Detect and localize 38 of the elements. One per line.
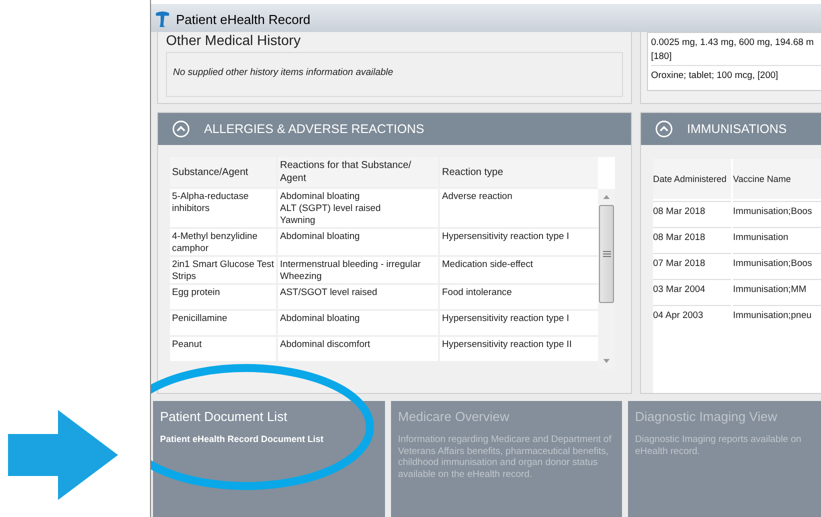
section-title: ALLERGIES & ADVERSE REACTIONS: [204, 122, 424, 136]
table-cell: Hypersensitivity reaction type I: [440, 229, 598, 255]
navigation-tile[interactable]: Patient Document List Patient eHealth Record Document List: [153, 401, 385, 517]
scroll-up-icon[interactable]: [603, 195, 610, 199]
column-header: Vaccine Name: [733, 159, 821, 199]
arrow-icon: [8, 410, 118, 500]
table-cell: 5-Alpha-reductase inhibitors: [170, 189, 276, 227]
table-cell: Abdominal bloating: [278, 229, 438, 255]
table-cell: 2in1 Smart Glucose Test Strips: [170, 257, 276, 283]
medication-text: [180]: [651, 50, 673, 63]
grip-icon: [602, 251, 610, 257]
table-cell: Peanut: [170, 337, 276, 361]
table-cell: Penicillamine: [170, 311, 276, 335]
table-cell: Abdominal bloating: [278, 311, 438, 335]
window-title: Patient eHealth Record: [176, 12, 310, 26]
column-header: Substance/Agent: [170, 157, 276, 187]
table-cell: Egg protein: [170, 285, 276, 309]
empty-message: No supplied other history items information available: [173, 67, 394, 78]
table-cell: Hypersensitivity reaction type II: [440, 337, 598, 361]
collapse-button[interactable]: [172, 120, 190, 138]
table-cell: Abdominal discomfort: [278, 337, 438, 361]
table-cell: 4-Methyl benzylidine camphor: [170, 229, 276, 255]
table-cell: Intermenstrual bleeding - irregular Wheezing: [278, 257, 438, 283]
column-header: Reactions for that Substance/ Agent: [278, 157, 438, 187]
table-cell: Medication side-effect: [440, 257, 598, 283]
table-cell: Abdominal bloating ALT (SGPT) level raised Yawning: [278, 189, 438, 227]
table-cell: Food intolerance: [440, 285, 598, 309]
section-title: IMMUNISATIONS: [687, 122, 787, 136]
app-logo-icon: [155, 10, 170, 28]
scroll-down-icon[interactable]: [603, 359, 610, 363]
medication-text: 0.0025 mg, 1.43 mg, 600 mg, 194.68 m: [651, 36, 815, 49]
collapse-button[interactable]: [655, 120, 673, 138]
table-cell: AST/SGOT level raised: [278, 285, 438, 309]
column-header: Date Administered: [653, 159, 731, 199]
table-cell: Hypersensitivity reaction type I: [440, 311, 598, 335]
section-title: Other Medical History: [166, 32, 301, 48]
medication-text: Oroxine; tablet; 100 mcg, [200]: [651, 65, 821, 82]
table-cell: Adverse reaction: [440, 189, 598, 227]
